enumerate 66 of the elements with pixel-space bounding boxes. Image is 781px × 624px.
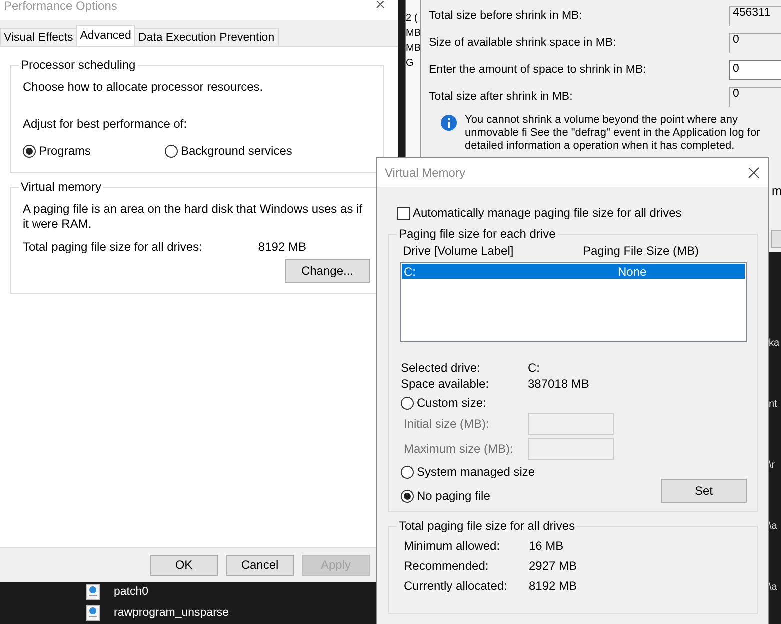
button-fragment [771,230,781,248]
group-heading: Paging file size for each drive [397,227,558,241]
list-fragment-text: MB [406,44,420,54]
radio-option[interactable]: No paging file [401,489,490,503]
column-header: Drive [Volume Label] [403,244,515,258]
field-label: Enter the amount of space to shrink in MB: [429,64,646,76]
window-title: Virtual Memory [385,166,466,180]
terminal-fragment-text: ka [769,338,780,349]
radio-option[interactable]: Programs [23,144,165,158]
terminal-fragment-text: \a [769,582,778,593]
info-value: 2927 MB [529,559,578,573]
terminal-fragment-text: \r [769,460,776,471]
field-label: Total size after shrink in MB: [429,90,573,102]
label-fragment-text: m [772,184,781,198]
tab[interactable]: Data Execution Prevention [134,28,279,46]
tab[interactable]: Advanced [76,25,136,46]
info-value: 387018 MB [528,377,590,391]
total-value: 8192 MB [258,240,306,254]
file-name[interactable]: patch0 [114,586,149,598]
info-label: Selected drive: [401,361,482,375]
size-field[interactable]: 0 [729,60,781,80]
terminal-fragment-text: nt [769,399,778,410]
terminal-fragment-text: \a [769,521,778,532]
change-button[interactable]: Change... [285,259,370,283]
list-fragment-text: 2 ( [406,14,419,24]
list-fragment-text: G [406,59,415,69]
file-icon [86,584,100,600]
close-icon[interactable] [748,166,760,178]
set-button[interactable]: Set [661,479,747,503]
info-label: Space available: [401,377,490,391]
total-label: Total paging file size for all drives: [23,240,202,254]
field-label: Total size before shrink in MB: [429,10,582,22]
info-message: You cannot shrink a volume beyond the point where any unmovable fi See the "defrag" event in the Application log for detailed information a operation when it has completed. [465,114,762,153]
column-header: Paging File Size (MB) [583,244,700,258]
info-label: Currently allocated: [404,579,508,593]
info-icon [441,115,457,131]
drive-list[interactable]: C: None [400,262,747,342]
size-label: Initial size (MB): [404,417,490,431]
window-title: Performance Options [4,0,118,12]
dialog-button[interactable]: OK [150,554,218,576]
size-field: 0 [729,32,781,52]
tab[interactable]: Visual Effects [0,28,78,46]
list-fragment-text: MB [406,29,420,39]
group-heading: Virtual memory [19,180,104,194]
info-label: Minimum allowed: [404,539,502,553]
radio-option[interactable]: Background services [165,144,292,158]
size-field: 0 [729,86,781,106]
file-icon [86,605,100,621]
size-label: Maximum size (MB): [404,442,514,456]
file-name[interactable]: rawprogram_unsparse [114,607,230,619]
info-value: C: [528,361,541,375]
info-label: Recommended: [404,559,490,573]
description-text: A paging file is an area on the hard disk that Windows uses as if it were RAM. [23,202,364,232]
field-label: Size of available shrink space in MB: [429,36,616,48]
size-field: 456311 [729,6,781,26]
auto-manage-checkbox[interactable]: Automatically manage paging file size for all drives [388,206,758,220]
description-text: Choose how to allocate processor resources. [23,80,264,95]
radio-option[interactable]: System managed size [401,465,747,479]
adjust-label: Adjust for best performance of: [23,117,188,132]
dialog-button[interactable]: Cancel [226,554,294,576]
drive-row[interactable]: C: None [402,264,745,279]
group-heading: Total paging file size for all drives [397,519,578,533]
radio-option[interactable]: Custom size: [401,396,747,410]
group-heading: Processor scheduling [19,58,138,72]
info-value: 16 MB [529,539,565,553]
info-value: 8192 MB [529,579,578,593]
